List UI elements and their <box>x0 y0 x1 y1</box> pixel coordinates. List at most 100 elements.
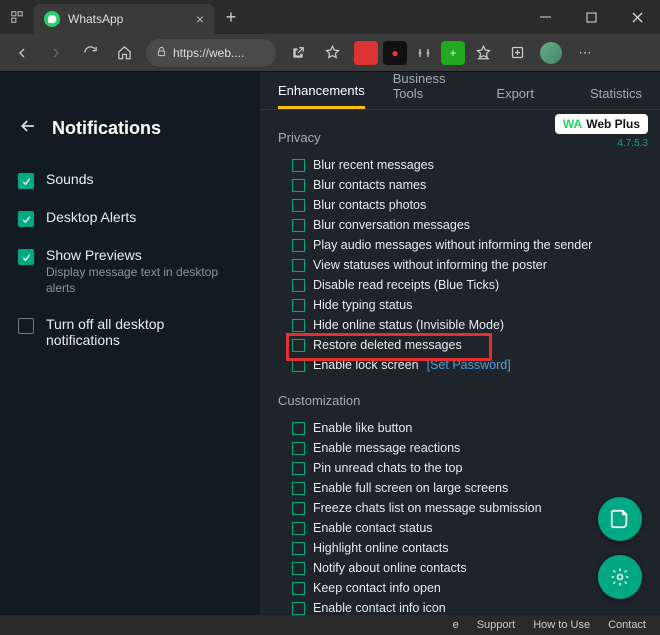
checkbox-icon[interactable] <box>292 462 305 475</box>
reload-button[interactable] <box>74 37 106 69</box>
privacy-option[interactable]: View statuses without informing the post… <box>292 255 642 275</box>
customization-option-label: Highlight online contacts <box>313 541 449 555</box>
option-label: Desktop Alerts <box>46 209 136 225</box>
customization-option[interactable]: Enable contact status <box>292 518 642 538</box>
checkbox-icon[interactable] <box>292 562 305 575</box>
window-titlebar: WhatsApp × + <box>0 0 660 34</box>
customization-option[interactable]: Freeze chats list on message submission <box>292 498 642 518</box>
minimize-button[interactable] <box>522 0 568 34</box>
extension-1-icon[interactable] <box>354 41 378 65</box>
privacy-option-label: Play audio messages without informing th… <box>313 238 592 252</box>
customization-option[interactable]: Notify about online contacts <box>292 558 642 578</box>
checkbox-icon[interactable] <box>292 239 305 252</box>
checkbox-icon[interactable] <box>292 422 305 435</box>
checkbox-icon[interactable] <box>292 602 305 615</box>
browser-tab[interactable]: WhatsApp × <box>34 4 214 34</box>
webplus-badge[interactable]: WA Web Plus <box>555 114 648 134</box>
privacy-option[interactable]: Disable read receipts (Blue Ticks) <box>292 275 642 295</box>
tab-enhancements[interactable]: Enhancements <box>278 83 365 109</box>
privacy-option-label: Enable lock screen <box>313 358 419 372</box>
checkbox-icon[interactable] <box>292 199 305 212</box>
checkbox-icon[interactable] <box>292 219 305 232</box>
customization-option[interactable]: Enable contact info icon <box>292 598 642 615</box>
customization-option[interactable]: Keep contact info open <box>292 578 642 598</box>
option-show-previews[interactable]: Show Previews Display message text in de… <box>18 247 242 296</box>
privacy-option[interactable]: Hide typing status <box>292 295 642 315</box>
webplus-label: Web Plus <box>586 117 640 131</box>
option-label: Sounds <box>46 171 93 187</box>
privacy-option-label: View statuses without informing the post… <box>313 258 547 272</box>
set-password-link[interactable]: [Set Password] <box>427 358 511 372</box>
privacy-option[interactable]: Blur contacts photos <box>292 195 642 215</box>
option-turn-off-all[interactable]: Turn off all desktop notifications <box>18 316 242 348</box>
checkbox-icon[interactable] <box>292 179 305 192</box>
customization-option-label: Notify about online contacts <box>313 561 467 575</box>
checkbox-icon[interactable] <box>292 339 305 352</box>
tab-statistics[interactable]: Statistics <box>590 86 642 109</box>
privacy-option[interactable]: Play audio messages without informing th… <box>292 235 642 255</box>
footer-item[interactable]: How to Use <box>533 619 590 631</box>
extension-4-icon[interactable]: + <box>441 41 465 65</box>
settings-sidebar: Notifications Sounds Desktop Alerts Show… <box>0 72 260 615</box>
settings-fab-button[interactable] <box>598 555 642 599</box>
profile-avatar[interactable] <box>535 37 567 69</box>
favorites-list-button[interactable] <box>467 37 499 69</box>
checkbox-icon[interactable] <box>292 542 305 555</box>
privacy-option-label: Blur conversation messages <box>313 218 470 232</box>
sticker-fab-button[interactable] <box>598 497 642 541</box>
open-external-icon[interactable] <box>282 37 314 69</box>
checkbox-icon[interactable] <box>292 299 305 312</box>
tab-actions-icon[interactable] <box>0 0 34 34</box>
new-tab-button[interactable]: + <box>214 0 248 34</box>
footer-item[interactable]: Contact <box>608 619 646 631</box>
webplus-version: 4.7.5.3 <box>555 138 648 149</box>
nav-back-button[interactable] <box>6 37 38 69</box>
privacy-option-label: Blur contacts names <box>313 178 426 192</box>
customization-option[interactable]: Enable full screen on large screens <box>292 478 642 498</box>
checkbox-icon[interactable] <box>292 442 305 455</box>
menu-more-button[interactable]: ⋯ <box>569 37 601 69</box>
favorite-star-button[interactable] <box>316 37 348 69</box>
checkbox-checked-icon[interactable] <box>18 173 34 189</box>
checkbox-icon[interactable] <box>292 319 305 332</box>
option-desktop-alerts[interactable]: Desktop Alerts <box>18 209 242 227</box>
privacy-option[interactable]: Hide online status (Invisible Mode) <box>292 315 642 335</box>
privacy-option[interactable]: Blur contacts names <box>292 175 642 195</box>
checkbox-icon[interactable] <box>292 502 305 515</box>
checkbox-icon[interactable] <box>292 259 305 272</box>
customization-option[interactable]: Highlight online contacts <box>292 538 642 558</box>
privacy-option[interactable]: Blur conversation messages <box>292 215 642 235</box>
checkbox-icon[interactable] <box>292 522 305 535</box>
extension-3-icon[interactable] <box>412 41 436 65</box>
tab-business-tools[interactable]: Business Tools <box>393 71 469 109</box>
checkbox-icon[interactable] <box>292 482 305 495</box>
nav-forward-button[interactable] <box>40 37 72 69</box>
footer-item[interactable]: e <box>453 619 459 631</box>
checkbox-unchecked-icon[interactable] <box>18 318 34 334</box>
extension-2-icon[interactable]: ● <box>383 41 407 65</box>
customization-option[interactable]: Enable like button <box>292 418 642 438</box>
privacy-option-label: Blur contacts photos <box>313 198 426 212</box>
close-window-button[interactable] <box>614 0 660 34</box>
privacy-option[interactable]: Enable lock screen [Set Password] <box>292 355 642 375</box>
option-sounds[interactable]: Sounds <box>18 171 242 189</box>
checkbox-icon[interactable] <box>292 279 305 292</box>
home-button[interactable] <box>108 37 140 69</box>
privacy-option[interactable]: Blur recent messages <box>292 155 642 175</box>
settings-back-button[interactable] <box>18 116 38 141</box>
checkbox-checked-icon[interactable] <box>18 249 34 265</box>
privacy-option[interactable]: Restore deleted messages <box>292 335 642 355</box>
option-sublabel: Display message text in desktop alerts <box>46 265 242 296</box>
tab-close-icon[interactable]: × <box>196 11 204 27</box>
checkbox-checked-icon[interactable] <box>18 211 34 227</box>
customization-option[interactable]: Pin unread chats to the top <box>292 458 642 478</box>
checkbox-icon[interactable] <box>292 159 305 172</box>
checkbox-icon[interactable] <box>292 359 305 372</box>
address-bar[interactable]: https://web.... <box>146 39 276 67</box>
customization-option[interactable]: Enable message reactions <box>292 438 642 458</box>
maximize-button[interactable] <box>568 0 614 34</box>
footer-item[interactable]: Support <box>477 619 516 631</box>
tab-export[interactable]: Export <box>496 86 534 109</box>
checkbox-icon[interactable] <box>292 582 305 595</box>
collections-button[interactable] <box>501 37 533 69</box>
